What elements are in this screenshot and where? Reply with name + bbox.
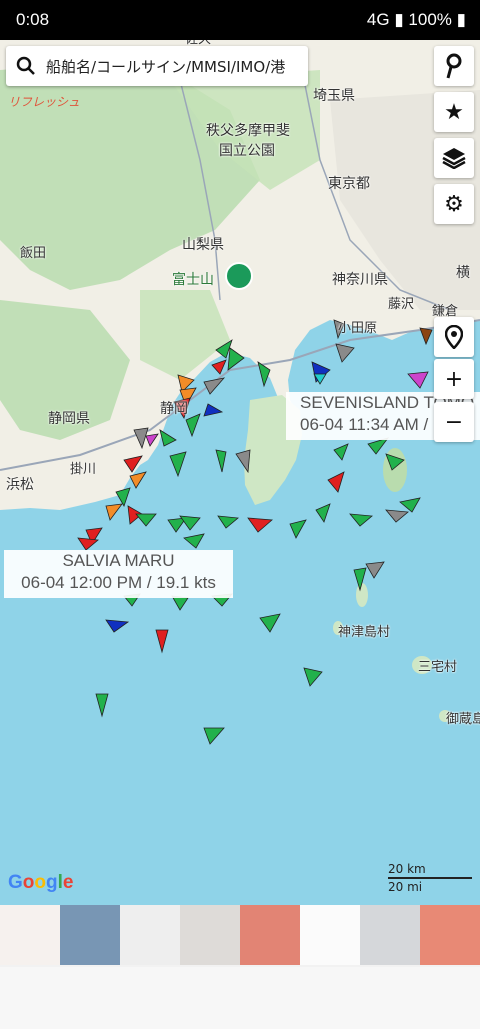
ship-marker bbox=[289, 519, 307, 539]
palette-swatch bbox=[240, 905, 300, 965]
zoom-out-button[interactable]: − bbox=[434, 402, 474, 442]
ship-marker bbox=[211, 359, 227, 375]
star-icon: ★ bbox=[444, 99, 464, 125]
palette-swatch bbox=[360, 905, 420, 965]
scale-bar: 20 km 20 mi bbox=[388, 862, 474, 894]
ship-marker bbox=[179, 515, 201, 531]
ship-marker bbox=[155, 629, 169, 654]
place-label: 神奈川県 bbox=[332, 272, 388, 288]
ship-marker bbox=[407, 371, 429, 389]
settings-button[interactable]: ⚙ bbox=[434, 184, 474, 224]
ship-marker bbox=[77, 537, 99, 551]
place-label: 藤沢 bbox=[388, 297, 415, 312]
ship-marker bbox=[171, 595, 189, 611]
search-input[interactable]: 船舶名/コールサイン/MMSI/IMO/港 bbox=[46, 56, 285, 77]
google-logo: Google bbox=[8, 872, 74, 893]
palette-swatch bbox=[420, 905, 480, 965]
refresh-link[interactable]: リフレッシュ bbox=[8, 93, 80, 110]
ship-marker bbox=[135, 513, 157, 527]
search-icon bbox=[16, 56, 35, 75]
status-bar: 0:08 4G ▮ 100% ▮ bbox=[0, 0, 480, 40]
place-label: 国立公園 bbox=[219, 143, 275, 159]
zoom-in-button[interactable]: + bbox=[434, 359, 474, 399]
ship-marker bbox=[335, 343, 355, 363]
place-label: 静岡 bbox=[160, 401, 188, 417]
battery-icon: ▮ bbox=[456, 10, 466, 29]
my-location-button[interactable] bbox=[434, 317, 474, 357]
ship-marker bbox=[259, 613, 281, 633]
map-view[interactable]: 佐久 埼玉県 秩父多摩甲斐 国立公園 東京都 飯田 山梨県 富士山 神奈川県 横… bbox=[0, 40, 480, 905]
place-label: 飯田 bbox=[20, 246, 47, 261]
place-label: 神津島村 bbox=[338, 625, 391, 640]
ship-marker bbox=[217, 515, 239, 529]
ship-marker bbox=[333, 443, 349, 461]
ship-marker bbox=[215, 449, 227, 473]
battery-percent: 100% bbox=[408, 10, 452, 29]
palette-swatch bbox=[60, 905, 120, 965]
ship-marker bbox=[95, 693, 109, 718]
ship-marker bbox=[183, 533, 205, 549]
layers-icon bbox=[442, 148, 466, 169]
palette-swatch bbox=[300, 905, 360, 965]
map-pin-button[interactable] bbox=[434, 46, 474, 86]
ship-marker bbox=[169, 451, 187, 478]
ship-marker bbox=[315, 503, 331, 523]
ship-callout-salvia[interactable]: SALVIA MARU 06-04 12:00 PM / 19.1 kts bbox=[4, 550, 233, 598]
ship-marker bbox=[327, 471, 345, 493]
layers-button[interactable] bbox=[434, 138, 474, 178]
signal-bars-icon: ▮ bbox=[394, 10, 404, 29]
place-label: 富士山 bbox=[172, 272, 214, 288]
ship-marker bbox=[303, 667, 323, 687]
ship-marker bbox=[159, 429, 177, 447]
place-label: 静岡県 bbox=[48, 411, 90, 427]
callout-ship-name: SALVIA MARU bbox=[62, 551, 175, 570]
zoom-out-icon: − bbox=[444, 409, 464, 435]
place-label: 秩父多摩甲斐 bbox=[206, 123, 290, 139]
ship-marker bbox=[367, 437, 390, 455]
place-label: 三宅村 bbox=[418, 660, 458, 675]
ship-marker bbox=[235, 449, 251, 474]
ship-marker bbox=[419, 327, 433, 346]
place-label: 埼玉県 bbox=[313, 88, 355, 104]
place-label: 御蔵島 bbox=[446, 712, 480, 727]
ship-marker bbox=[185, 413, 201, 438]
mountain-icon bbox=[225, 262, 253, 290]
gear-icon: ⚙ bbox=[444, 191, 464, 217]
location-icon bbox=[445, 325, 463, 349]
favorites-button[interactable]: ★ bbox=[434, 92, 474, 132]
ship-marker bbox=[105, 503, 123, 521]
ship-marker bbox=[203, 403, 224, 417]
ship-marker bbox=[365, 561, 385, 579]
ship-marker bbox=[203, 727, 225, 745]
callout-ship-detail: 06-04 12:00 PM / 19.1 kts bbox=[21, 573, 216, 592]
place-label: 小田原 bbox=[338, 321, 378, 336]
place-label: 山梨県 bbox=[182, 237, 224, 253]
bottom-panel bbox=[0, 967, 480, 1029]
island-niijima bbox=[356, 583, 368, 607]
status-right: 4G ▮ 100% ▮ bbox=[367, 10, 466, 30]
scale-line bbox=[388, 877, 472, 879]
status-time: 0:08 bbox=[16, 10, 50, 29]
ship-marker bbox=[105, 619, 130, 633]
ship-marker bbox=[399, 497, 421, 513]
ship-marker bbox=[349, 513, 373, 527]
palette-swatch bbox=[120, 905, 180, 965]
palette-swatch bbox=[0, 905, 60, 965]
place-label: 掛川 bbox=[70, 462, 97, 477]
search-bar[interactable]: 船舶名/コールサイン/MMSI/IMO/港 bbox=[6, 46, 308, 86]
ship-marker bbox=[247, 517, 273, 533]
place-label: 横 bbox=[456, 265, 470, 281]
ship-marker bbox=[385, 509, 409, 523]
color-palette bbox=[0, 905, 480, 967]
zoom-in-icon: + bbox=[444, 366, 464, 392]
place-label: 浜松 bbox=[6, 477, 34, 493]
palette-swatch bbox=[180, 905, 240, 965]
ship-marker bbox=[203, 377, 226, 395]
map-pin-icon bbox=[446, 53, 462, 79]
place-label: 東京都 bbox=[328, 176, 370, 192]
scale-mi: 20 mi bbox=[388, 880, 423, 894]
scale-km: 20 km bbox=[388, 862, 426, 876]
signal-label: 4G bbox=[366, 10, 390, 29]
